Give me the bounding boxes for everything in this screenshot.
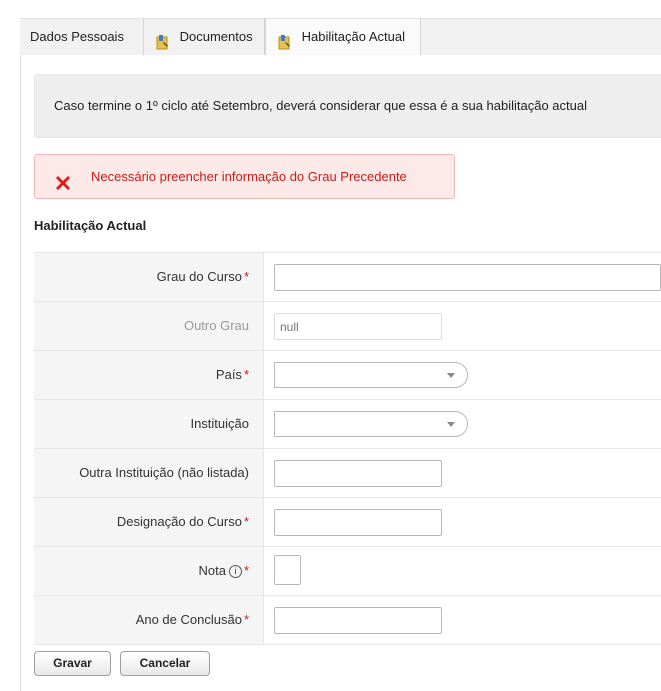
form-row-outro-grau: Outro Grau bbox=[34, 302, 661, 351]
nota-input[interactable] bbox=[274, 555, 301, 585]
info-icon[interactable]: i bbox=[228, 565, 242, 578]
document-pencil-icon bbox=[156, 29, 170, 50]
ano-label: Ano de Conclusão * bbox=[34, 596, 264, 644]
required-marker: * bbox=[243, 612, 249, 627]
ano-de-conclusao-input[interactable] bbox=[274, 607, 442, 634]
section-title: Habilitação Actual bbox=[34, 218, 147, 233]
form-row-ano: Ano de Conclusão * bbox=[34, 596, 661, 645]
tab-label: Documentos bbox=[179, 28, 253, 44]
chevron-down-icon bbox=[447, 373, 455, 378]
form-row-pais: País * bbox=[34, 351, 661, 400]
tab-dados-pessoais[interactable]: Dados Pessoais bbox=[20, 19, 144, 55]
designacao-label: Designação do Curso * bbox=[34, 498, 264, 546]
document-pencil-icon bbox=[278, 29, 292, 50]
required-marker: * bbox=[243, 514, 249, 529]
outro-grau-input bbox=[274, 313, 442, 340]
error-x-icon bbox=[53, 167, 73, 190]
info-message: Caso termine o 1º ciclo até Setembro, de… bbox=[34, 74, 661, 138]
tab-documentos[interactable]: Documentos bbox=[144, 19, 265, 55]
habilitacao-form: Grau do Curso* Outro Grau País* Institui… bbox=[34, 252, 661, 645]
instituicao-select[interactable] bbox=[274, 411, 468, 437]
form-row-instituicao: Instituição bbox=[34, 400, 661, 449]
grau-label: Grau do Curso * bbox=[34, 253, 264, 301]
tab-label: Dados Pessoais bbox=[30, 28, 124, 44]
nota-label: Nota i * bbox=[34, 547, 264, 595]
pais-select[interactable] bbox=[274, 362, 468, 388]
form-row-designacao: Designação do Curso * bbox=[34, 498, 661, 547]
outra-instituicao-label: Outra Instituição (não listada) bbox=[34, 449, 264, 497]
form-row-grau: Grau do Curso * bbox=[34, 253, 661, 302]
pais-label: País * bbox=[34, 351, 264, 399]
tab-label: Habilitação Actual bbox=[301, 28, 405, 44]
form-row-nota: Nota i * bbox=[34, 547, 661, 596]
error-message-text: Necessário preencher informação do Grau … bbox=[91, 169, 407, 184]
designacao-do-curso-input[interactable] bbox=[274, 509, 442, 536]
required-marker: * bbox=[243, 563, 249, 578]
outro-grau-label: Outro Grau bbox=[34, 302, 264, 350]
error-message-box: Necessário preencher informação do Grau … bbox=[34, 154, 455, 199]
form-row-outra-instituicao: Outra Instituição (não listada) bbox=[34, 449, 661, 498]
outra-instituicao-input[interactable] bbox=[274, 460, 442, 487]
tab-bar: Dados Pessoais Documentos Habilitação Ac… bbox=[20, 18, 661, 56]
required-marker: * bbox=[243, 367, 249, 382]
instituicao-label: Instituição bbox=[34, 400, 264, 448]
tab-habilitacao-actual[interactable]: Habilitação Actual bbox=[265, 19, 421, 56]
chevron-down-icon bbox=[447, 422, 455, 427]
required-marker: * bbox=[243, 269, 249, 284]
grau-do-curso-select[interactable] bbox=[274, 264, 661, 291]
cancel-button[interactable]: Cancelar bbox=[120, 651, 210, 676]
save-button[interactable]: Gravar bbox=[34, 651, 111, 676]
